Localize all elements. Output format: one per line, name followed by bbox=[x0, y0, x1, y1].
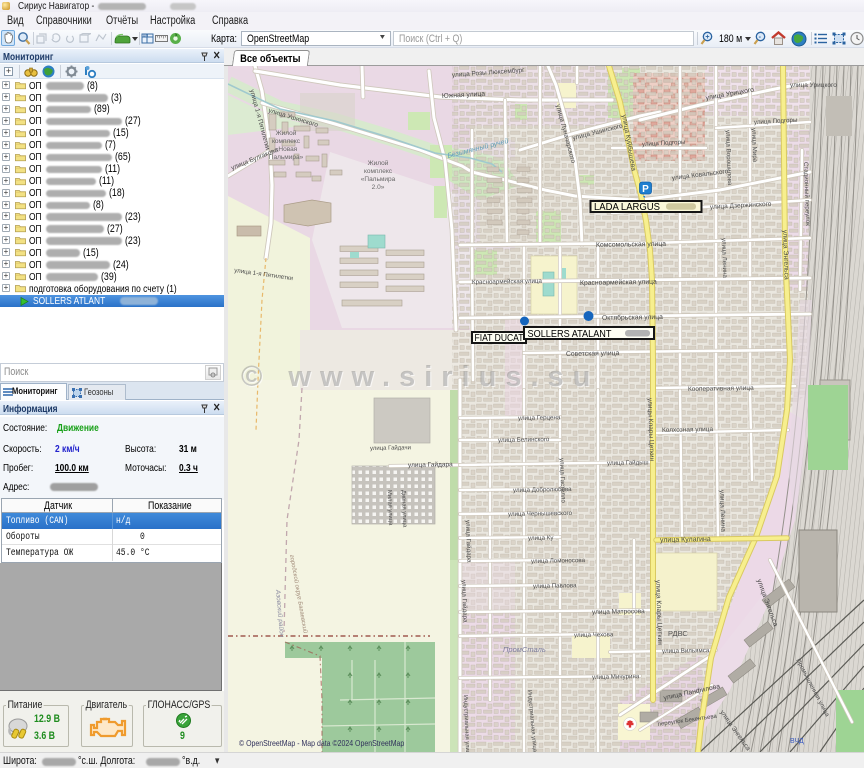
svg-text:FIAT DUCAT: FIAT DUCAT bbox=[475, 332, 524, 344]
svg-text:улица Вильямса: улица Вильямса bbox=[662, 647, 710, 655]
svg-text:улица Мичурина: улица Мичурина bbox=[592, 673, 640, 681]
svg-text:улица Белинского: улица Белинского bbox=[498, 436, 550, 444]
svg-text:улица Гайдыш: улица Гайдыш bbox=[607, 459, 649, 467]
svg-text:«Пальмира: «Пальмира bbox=[361, 176, 396, 183]
svg-text:Пальмира»: Пальмира» bbox=[269, 154, 304, 161]
svg-text:Октябрьская улица: Октябрьская улица bbox=[602, 313, 663, 322]
svg-text:улица Мира: улица Мира bbox=[750, 128, 758, 163]
svg-text:улица Ленина: улица Ленина bbox=[718, 490, 726, 533]
svg-text:улица Добролюбова: улица Добролюбова bbox=[513, 486, 572, 494]
svg-text:SOLLERS ATALANT: SOLLERS ATALANT bbox=[528, 328, 613, 340]
svg-text:улица Чернышевского: улица Чернышевского bbox=[508, 510, 573, 518]
svg-text:РДВС: РДВС bbox=[668, 629, 688, 638]
svg-text:улица Ку: улица Ку bbox=[528, 535, 554, 542]
svg-text:улица Кулагина: улица Кулагина bbox=[660, 536, 711, 544]
svg-text:P: P bbox=[642, 184, 649, 195]
svg-text:ВЧД: ВЧД bbox=[790, 738, 804, 745]
svg-text:Комсомольская улица: Комсомольская улица bbox=[596, 241, 666, 249]
svg-text:Жилой: Жилой bbox=[368, 159, 389, 167]
svg-text:Колхозная улица: Колхозная улица bbox=[662, 426, 714, 434]
svg-text:улица Урицкого: улица Урицкого bbox=[790, 82, 837, 89]
svg-text:Советская улица: Советская улица bbox=[566, 350, 620, 358]
svg-text:Жилой: Жилой bbox=[276, 129, 297, 137]
svg-text:улица Павлова: улица Павлова bbox=[533, 582, 577, 590]
svg-text:«Новая: «Новая bbox=[275, 146, 298, 153]
svg-text:LADA LARGUS: LADA LARGUS bbox=[594, 201, 660, 213]
svg-text:комплекс: комплекс bbox=[364, 168, 393, 175]
svg-text:Красноармейская улица: Красноармейская улица bbox=[580, 278, 657, 287]
svg-text:улица Гайдара: улица Гайдара bbox=[408, 460, 453, 469]
svg-text:2.0»: 2.0» bbox=[372, 184, 385, 191]
svg-text:улица Ломоносова: улица Ломоносова bbox=[531, 557, 586, 565]
svg-text:улица Матросова: улица Матросова bbox=[592, 608, 645, 616]
svg-text:улица Ленина: улица Ленина bbox=[720, 238, 728, 279]
svg-text:BM: BM bbox=[143, 34, 148, 38]
svg-text:Милая улица: Милая улица bbox=[386, 490, 393, 526]
svg-text:комплекс: комплекс bbox=[272, 138, 301, 145]
svg-text:улица Чехова: улица Чехова bbox=[574, 631, 614, 639]
svg-text:улица Герцена: улица Герцена bbox=[518, 414, 561, 422]
svg-text:ПромСталь: ПромСталь bbox=[503, 645, 546, 654]
svg-text:Красноармейская улица: Красноармейская улица bbox=[472, 278, 543, 286]
svg-text:улица Гайдачи: улица Гайдачи bbox=[370, 444, 411, 452]
svg-text:+: + bbox=[705, 34, 709, 41]
